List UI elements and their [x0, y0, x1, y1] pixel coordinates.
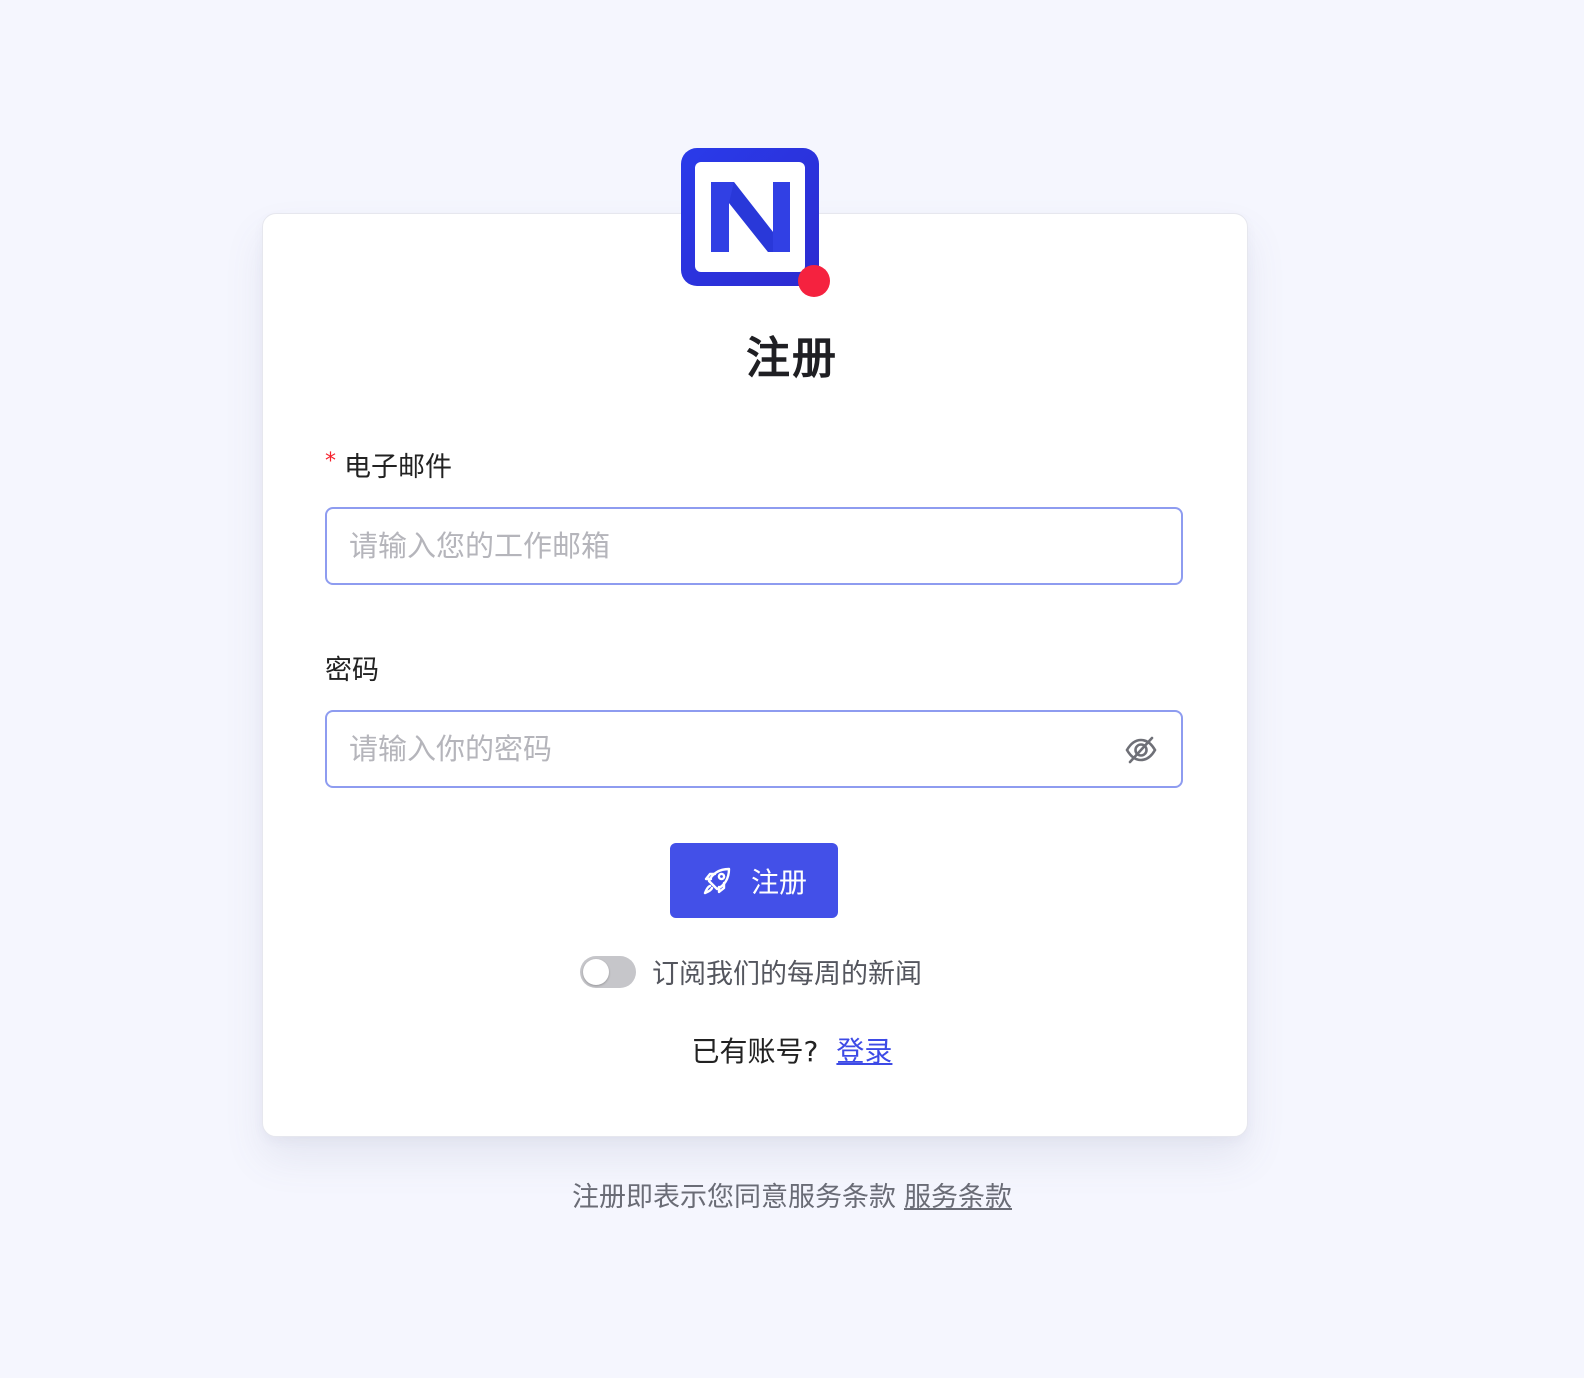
password-label: 密码 — [325, 655, 379, 686]
signup-page: 注册 * 电子邮件 密码 注册 订阅我们的每周的新闻 已有账号? 登录 — [0, 0, 1584, 1378]
signup-button-label: 注册 — [750, 865, 807, 899]
email-field[interactable] — [349, 509, 1109, 583]
password-field-wrapper — [325, 710, 1183, 788]
logo-n-icon — [681, 148, 830, 297]
login-prompt-text: 已有账号? — [691, 1035, 819, 1068]
signup-button[interactable]: 注册 — [670, 843, 838, 918]
page-title: 注册 — [746, 333, 838, 384]
terms-link[interactable]: 服务条款 — [904, 1182, 1012, 1213]
email-field-wrapper — [325, 507, 1183, 585]
terms-text: 注册即表示您同意服务条款 — [572, 1182, 896, 1213]
required-mark: * — [325, 449, 336, 474]
eye-off-icon[interactable] — [1123, 732, 1159, 768]
newsletter-toggle[interactable] — [580, 955, 636, 988]
email-label: * 电子邮件 — [325, 445, 452, 484]
newsletter-label: 订阅我们的每周的新闻 — [652, 959, 922, 990]
rocket-icon — [703, 867, 731, 894]
brand-logo — [676, 144, 836, 304]
login-link[interactable]: 登录 — [836, 1035, 892, 1068]
toggle-knob — [583, 958, 609, 985]
terms-notice: 注册即表示您同意服务条款 服务条款 — [0, 1175, 1584, 1214]
newsletter-row: 订阅我们的每周的新闻 — [580, 952, 922, 991]
email-label-text: 电子邮件 — [344, 452, 452, 483]
password-field[interactable] — [349, 712, 1109, 786]
login-prompt: 已有账号? 登录 — [0, 1030, 1584, 1070]
